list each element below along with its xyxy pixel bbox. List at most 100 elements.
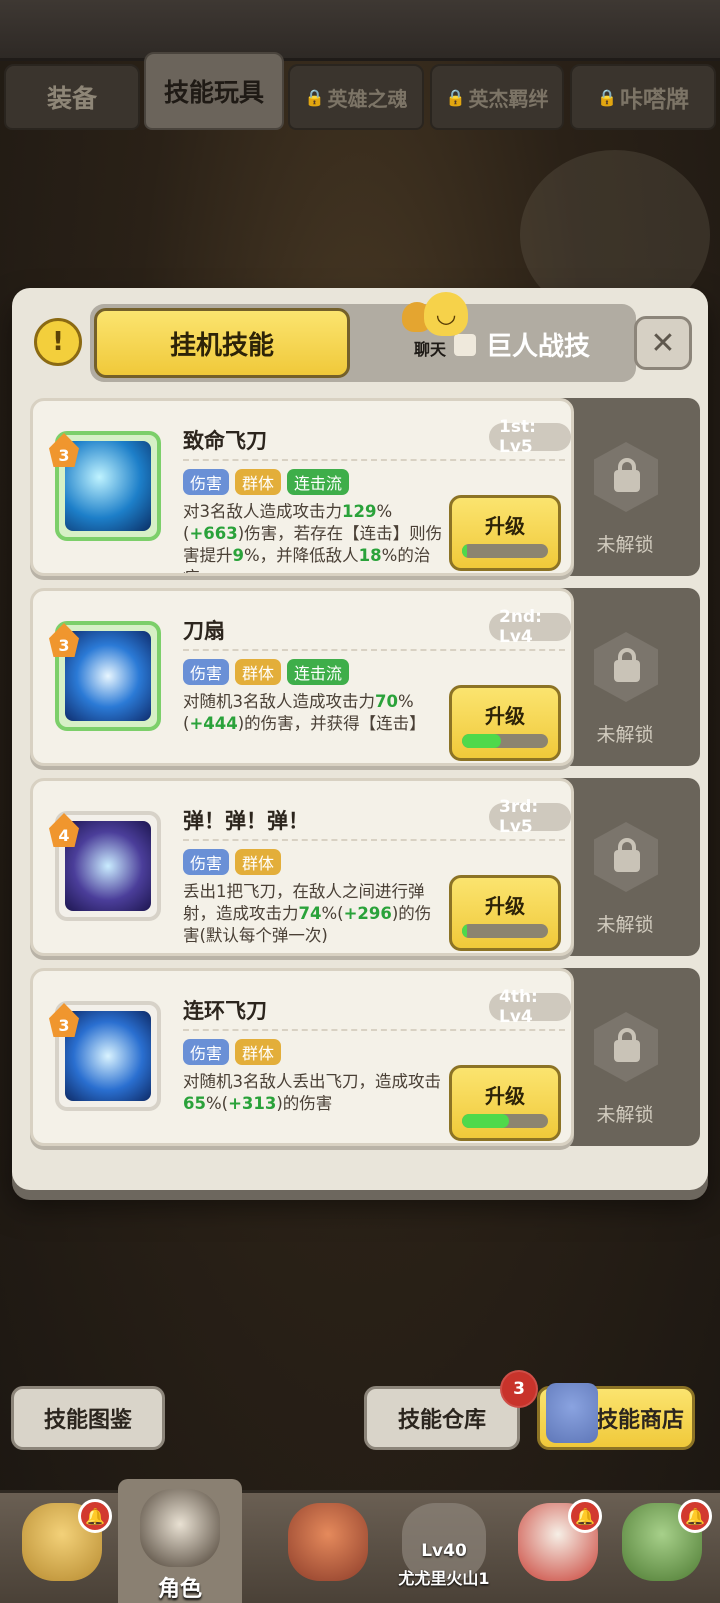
skill-tags: 伤害 群体: [183, 849, 282, 875]
nav-hero-6[interactable]: 🔔: [600, 1497, 720, 1601]
bell-icon: 🔔: [568, 1499, 602, 1533]
skill-modal: ! 挂机技能 巨人战技 ◡ 聊天 ✕ 未解锁 3 致命飞刀 1st: Lv5 伤…: [12, 288, 708, 1190]
skill-tags: 伤害 群体 连击流: [183, 659, 350, 685]
skill-row: 未解锁 3 刀扇 2nd: Lv4 伤害 群体 连击流 对随机3名敌人造成攻击力70…: [30, 588, 700, 766]
desc-segment: %，并降低敌人: [243, 546, 359, 565]
upgrade-button[interactable]: 升级: [449, 875, 561, 951]
desc-segment: +313: [228, 1094, 277, 1113]
desc-segment: 70: [375, 692, 398, 711]
skill-codex-button[interactable]: 技能图鉴: [11, 1386, 165, 1450]
skill-description: 对3名敌人造成攻击力129%(+663)伤害，若存在【连击】则伤害提升9%，并降…: [183, 501, 445, 573]
tab-hero-soul[interactable]: 🔒 英雄之魂: [288, 64, 424, 130]
upgrade-button[interactable]: 升级: [449, 495, 561, 571]
desc-segment: 18: [358, 546, 382, 565]
upgrade-button[interactable]: 升级: [449, 685, 561, 761]
divider: [183, 1029, 565, 1031]
skill-name: 致命飞刀: [183, 429, 267, 453]
lock-icon: [594, 822, 658, 892]
shop-icon: [546, 1383, 598, 1443]
upgrade-progress: [462, 924, 548, 938]
top-bar: [0, 0, 720, 61]
upgrade-button[interactable]: 升级: [449, 1065, 561, 1141]
desc-segment: 129: [342, 502, 377, 521]
skill-card[interactable]: 3 刀扇 2nd: Lv4 伤害 群体 连击流 对随机3名敌人造成攻击力70%(+4…: [30, 588, 574, 766]
nav-hero-locked[interactable]: Lv40 尤尤里火山1: [382, 1497, 506, 1601]
close-icon: ✕: [650, 325, 676, 361]
skill-name: 刀扇: [183, 619, 225, 643]
chat-face-icon: ◡: [424, 292, 468, 336]
desc-segment: +663: [189, 524, 238, 543]
bell-icon: 🔔: [78, 1499, 112, 1533]
divider: [183, 649, 565, 651]
desc-segment: )的伤害: [276, 1094, 333, 1113]
nav-hero-1[interactable]: 🔔: [0, 1497, 124, 1601]
skill-card[interactable]: 3 致命飞刀 1st: Lv5 伤害 群体 连击流 对3名敌人造成攻击力129%(+…: [30, 398, 574, 576]
skill-warehouse-button[interactable]: 技能仓库: [364, 1386, 520, 1450]
tab-hero-bond[interactable]: 🔒 英杰羁绊: [430, 64, 564, 130]
desc-segment: +296: [343, 904, 392, 923]
skill-card[interactable]: 4 弹！弹！弹！ 3rd: Lv5 伤害 群体 丢出1把飞刀，在敌人之间进行弹射，…: [30, 778, 574, 956]
nav-hero-3[interactable]: [266, 1497, 390, 1601]
lock-icon: [594, 1012, 658, 1082]
upgrade-progress: [462, 1114, 548, 1128]
desc-segment: 65: [183, 1094, 206, 1113]
avatar: [288, 1503, 368, 1581]
tab-giant-skills[interactable]: 巨人战技: [454, 326, 590, 363]
skill-description: 对随机3名敌人丢出飞刀，造成攻击 65%(+313)的伤害: [183, 1071, 445, 1115]
lock-icon: 🔒: [304, 87, 325, 107]
skill-tag: 群体: [235, 469, 282, 495]
bottom-nav: 🔔 角色 Lv40 尤尤里火山1 🔔 🔔: [0, 1479, 720, 1603]
skill-row: 未解锁 3 连环飞刀 4th: Lv4 伤害 群体 对随机3名敌人丢出飞刀，造成攻…: [30, 968, 700, 1146]
avatar: [140, 1489, 220, 1567]
skill-tag: 群体: [235, 1039, 282, 1065]
tab-click-cards[interactable]: 🔒 咔嗒牌: [570, 64, 716, 130]
tab-equipment[interactable]: 装备: [4, 64, 140, 130]
close-button[interactable]: ✕: [634, 316, 692, 370]
tab-idle-skills[interactable]: 挂机技能: [94, 308, 350, 378]
skill-card[interactable]: 3 连环飞刀 4th: Lv4 伤害 群体 对随机3名敌人丢出飞刀，造成攻击65%…: [30, 968, 574, 1146]
desc-segment: +444: [189, 714, 238, 733]
skill-icon: [65, 821, 151, 911]
skill-tag: 伤害: [183, 469, 230, 495]
tab-bar: 装备 技能玩具 🔒 英雄之魂 🔒 英杰羁绊 🔒 咔嗒牌: [0, 52, 720, 134]
upgrade-progress: [462, 734, 548, 748]
skill-tag: 连击流: [287, 469, 350, 495]
desc-segment: 9: [232, 546, 244, 565]
tab-skill-toys[interactable]: 技能玩具: [144, 52, 284, 130]
progress-fill: [462, 1114, 510, 1128]
skill-name: 连环飞刀: [183, 999, 267, 1023]
lock-icon: [594, 632, 658, 702]
lock-icon: [594, 442, 658, 512]
lock-icon: 🔒: [445, 87, 466, 107]
skill-tag: 伤害: [183, 849, 230, 875]
skill-tag: 群体: [235, 849, 282, 875]
warning-icon[interactable]: !: [34, 318, 82, 366]
nav-character[interactable]: 角色: [118, 1479, 242, 1603]
skill-tag: 伤害: [183, 1039, 230, 1065]
upgrade-progress: [462, 544, 548, 558]
desc-segment: 对随机3名敌人造成攻击力: [183, 692, 375, 711]
skill-icon: [65, 1011, 151, 1101]
skill-row: 未解锁 3 致命飞刀 1st: Lv5 伤害 群体 连击流 对3名敌人造成攻击力12…: [30, 398, 700, 576]
skill-tags: 伤害 群体: [183, 1039, 282, 1065]
bell-icon: 🔔: [678, 1499, 712, 1533]
skill-row: 未解锁 4 弹！弹！弹！ 3rd: Lv5 伤害 群体 丢出1把飞刀，在敌人之间进…: [30, 778, 700, 956]
chat-button[interactable]: ◡ 聊天: [402, 292, 468, 359]
skill-description: 对随机3名敌人造成攻击力70%(+444)的伤害，并获得【连击】: [183, 691, 445, 735]
unlock-level: Lv40: [421, 1541, 467, 1561]
lock-icon: 🔒: [597, 87, 617, 107]
skill-tag: 连击流: [287, 659, 350, 685]
skill-tags: 伤害 群体 连击流: [183, 469, 350, 495]
skill-icon: [65, 631, 151, 721]
warehouse-badge: 3: [500, 1370, 538, 1408]
desc-segment: )的伤害，并获得【连击】: [237, 714, 426, 733]
skill-shop-button[interactable]: 技能商店: [537, 1383, 695, 1450]
desc-segment: 对随机3名敌人丢出飞刀，造成攻击: [183, 1072, 441, 1091]
desc-segment: 74: [298, 904, 322, 923]
skill-rank: 4th: Lv4: [489, 987, 571, 1027]
desc-segment: %(: [321, 904, 344, 923]
skill-tag: 群体: [235, 659, 282, 685]
progress-fill: [462, 924, 468, 938]
skill-description: 丢出1把飞刀，在敌人之间进行弹射，造成攻击力74%(+296)的伤害(默认每个弹…: [183, 881, 445, 947]
desc-segment: %(: [205, 1094, 229, 1113]
